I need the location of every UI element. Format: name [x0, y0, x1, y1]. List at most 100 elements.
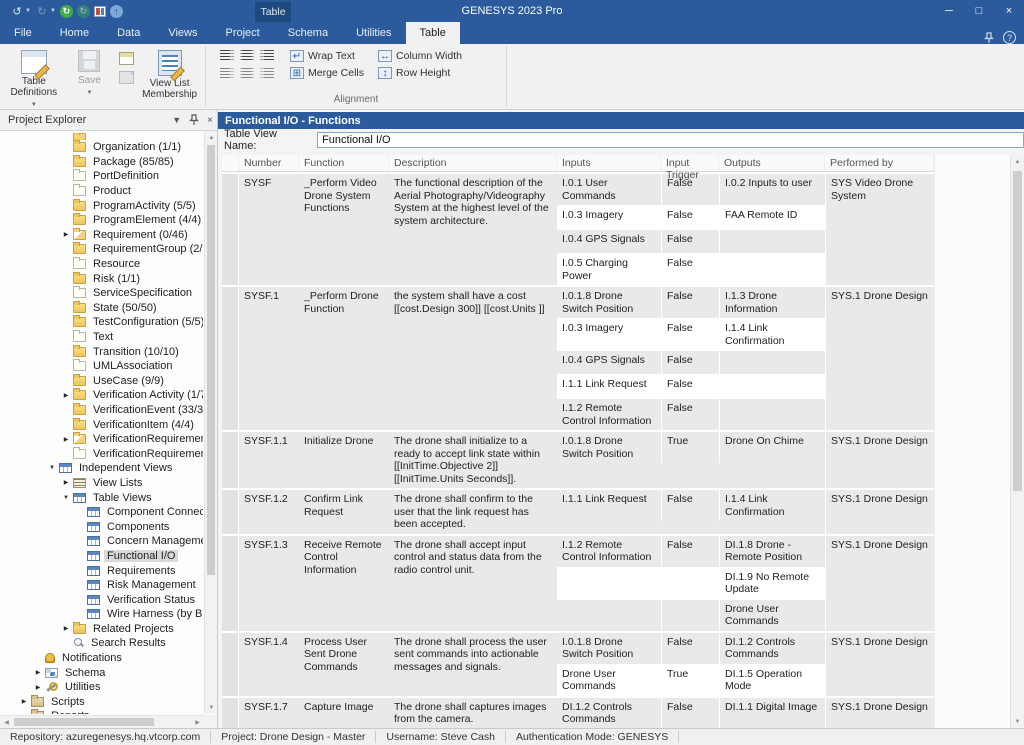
tree-item-requirements[interactable]: Requirements [1, 563, 203, 578]
close-button[interactable]: × [994, 0, 1024, 22]
tree-item-components[interactable]: Components [1, 519, 203, 534]
tree-item-item[interactable] [1, 133, 203, 140]
tree-item-resource[interactable]: Resource [1, 257, 203, 272]
tree-item-requirement-0-46[interactable]: ▶Requirement (0/46) [1, 228, 203, 243]
tree-item-requirementgroup-2-2[interactable]: RequirementGroup (2/2) [1, 242, 203, 257]
minimize-button[interactable]: ─ [934, 0, 964, 22]
row-selector[interactable] [222, 536, 239, 631]
tab-table[interactable]: Table [406, 22, 460, 44]
tree-hscroll-thumb[interactable] [14, 718, 154, 726]
tree-item-notifications[interactable]: Notifications [1, 651, 203, 666]
tree-item-related-projects[interactable]: ▶Related Projects [1, 622, 203, 637]
tree-item-search-results[interactable]: Search Results [1, 636, 203, 651]
wrap-text-button[interactable]: ↵Wrap Text [290, 50, 364, 62]
panel-menu-icon[interactable]: ▼ [172, 115, 181, 125]
tree-horizontal-scrollbar[interactable]: ◀ ▶ [0, 715, 204, 728]
row-selector[interactable] [222, 698, 239, 729]
tab-data[interactable]: Data [103, 22, 154, 44]
tree-vertical-scrollbar[interactable]: ▲ ▼ [204, 131, 217, 714]
tree-item-usecase-9-9[interactable]: UseCase (9/9) [1, 374, 203, 389]
tree-item-risk-management[interactable]: Risk Management [1, 578, 203, 593]
tree-item-testconfiguration-5-5[interactable]: TestConfiguration (5/5) [1, 315, 203, 330]
tab-file[interactable]: File [0, 22, 46, 44]
tab-utilities[interactable]: Utilities [342, 22, 405, 44]
row-selector[interactable] [222, 432, 239, 488]
expander-icon[interactable]: ▶ [59, 625, 73, 632]
function-row-sysf-1-3[interactable]: SYSF.1.3Receive Remote Control Informati… [222, 534, 934, 631]
scroll-down-icon[interactable]: ▼ [1011, 715, 1024, 728]
tree-item-table-views[interactable]: ▼Table Views [1, 490, 203, 505]
panel-close-icon[interactable]: × [207, 115, 213, 126]
merge-cells-button[interactable]: ⊞Merge Cells [290, 67, 364, 79]
scroll-up-icon[interactable]: ▲ [1011, 155, 1024, 168]
expander-icon[interactable]: ▼ [45, 465, 59, 471]
tree-item-reports[interactable]: ▶Reports [1, 709, 203, 714]
expander-icon[interactable]: ▶ [17, 698, 31, 705]
column-header-performed-by[interactable]: Performed by [825, 155, 934, 171]
undo-button[interactable]: ↺▼ [10, 4, 31, 18]
tree-item-schema[interactable]: ▶Schema [1, 665, 203, 680]
function-row-sysf-1[interactable]: SYSF.1_Perform Drone Functionthe system … [222, 285, 934, 430]
table-scroll-thumb[interactable] [1013, 171, 1022, 491]
tree-item-verificationevent-33-33[interactable]: VerificationEvent (33/33) [1, 403, 203, 418]
align-bottom-icon[interactable] [260, 68, 274, 79]
tree-item-scripts[interactable]: ▶Scripts [1, 695, 203, 710]
tree-item-servicespecification[interactable]: ServiceSpecification [1, 286, 203, 301]
tree-item-verificationrequirementgroup[interactable]: VerificationRequirementGroup [1, 446, 203, 461]
function-row-sysf-1-7[interactable]: SYSF.1.7Capture ImageThe drone shall cap… [222, 696, 934, 729]
refresh-button[interactable]: ↻ [60, 5, 73, 18]
function-row-sysf-1-4[interactable]: SYSF.1.4Process User Sent Drone Commands… [222, 631, 934, 696]
column-header-outputs[interactable]: Outputs [719, 155, 825, 171]
scroll-right-icon[interactable]: ▶ [191, 716, 204, 728]
row-selector[interactable] [222, 633, 239, 696]
tree-item-verification-activity-1-72[interactable]: ▶Verification Activity (1/72) [1, 388, 203, 403]
tree-item-verificationitem-4-4[interactable]: VerificationItem (4/4) [1, 417, 203, 432]
redo-button[interactable]: ↻▼ [35, 4, 56, 18]
tree-scroll-thumb[interactable] [207, 145, 215, 575]
expander-icon[interactable]: ▶ [31, 684, 45, 691]
report-button[interactable] [94, 6, 106, 17]
scroll-left-icon[interactable]: ◀ [0, 716, 13, 728]
tab-project[interactable]: Project [211, 22, 273, 44]
tree-item-verification-status[interactable]: Verification Status [1, 592, 203, 607]
tree-item-organization-1-1[interactable]: Organization (1/1) [1, 140, 203, 155]
tree-item-programelement-4-4[interactable]: ProgramElement (4/4) [1, 213, 203, 228]
expander-icon[interactable]: ▶ [59, 436, 73, 443]
tree-item-risk-1-1[interactable]: Risk (1/1) [1, 271, 203, 286]
column-header-number[interactable]: Number [239, 155, 299, 171]
tree-item-product[interactable]: Product [1, 184, 203, 199]
tree-item-package-85-85[interactable]: Package (85/85) [1, 155, 203, 170]
tab-views[interactable]: Views [154, 22, 211, 44]
column-header-inputs[interactable]: Inputs [557, 155, 661, 171]
tree-item-umlassociation[interactable]: UMLAssociation [1, 359, 203, 374]
tree-item-utilities[interactable]: ▶Utilities [1, 680, 203, 695]
tree-item-verificationrequirement-0-57[interactable]: ▶VerificationRequirement (0/57) [1, 432, 203, 447]
help-icon[interactable]: ? [1003, 31, 1016, 44]
column-header-function[interactable]: Function [299, 155, 389, 171]
expander-icon[interactable]: ▶ [59, 479, 73, 486]
row-selector-gutter[interactable] [222, 155, 239, 171]
align-center-icon[interactable] [240, 50, 254, 61]
tree-item-independent-views[interactable]: ▼Independent Views [1, 461, 203, 476]
maximize-button[interactable]: □ [964, 0, 994, 22]
tree-item-wire-harness-by-branch[interactable]: Wire Harness (by Branch) [1, 607, 203, 622]
table-view-name-input[interactable] [317, 132, 1024, 148]
assign-icon[interactable] [119, 52, 134, 65]
scroll-down-icon[interactable]: ▼ [205, 701, 217, 714]
tree-item-text[interactable]: Text [1, 330, 203, 345]
tree-item-portdefinition[interactable]: PortDefinition [1, 169, 203, 184]
tree-item-state-50-50[interactable]: State (50/50) [1, 301, 203, 316]
function-row-sysf-1-1[interactable]: SYSF.1.1Initialize DroneThe drone shall … [222, 430, 934, 488]
tab-schema[interactable]: Schema [274, 22, 342, 44]
align-right-icon[interactable] [260, 50, 274, 61]
view-list-membership-button[interactable]: View List Membership [138, 48, 201, 100]
tab-home[interactable]: Home [46, 22, 103, 44]
row-height-button[interactable]: ↕Row Height [378, 67, 462, 79]
tree-item-functional-i-o[interactable]: Functional I/O [1, 549, 203, 564]
pin-ribbon-icon[interactable] [983, 32, 995, 44]
row-selector[interactable] [222, 287, 239, 430]
expander-icon[interactable]: ▶ [59, 392, 73, 399]
tree-item-programactivity-5-5[interactable]: ProgramActivity (5/5) [1, 198, 203, 213]
tree-item-view-lists[interactable]: ▶View Lists [1, 476, 203, 491]
align-top-icon[interactable] [220, 68, 234, 79]
